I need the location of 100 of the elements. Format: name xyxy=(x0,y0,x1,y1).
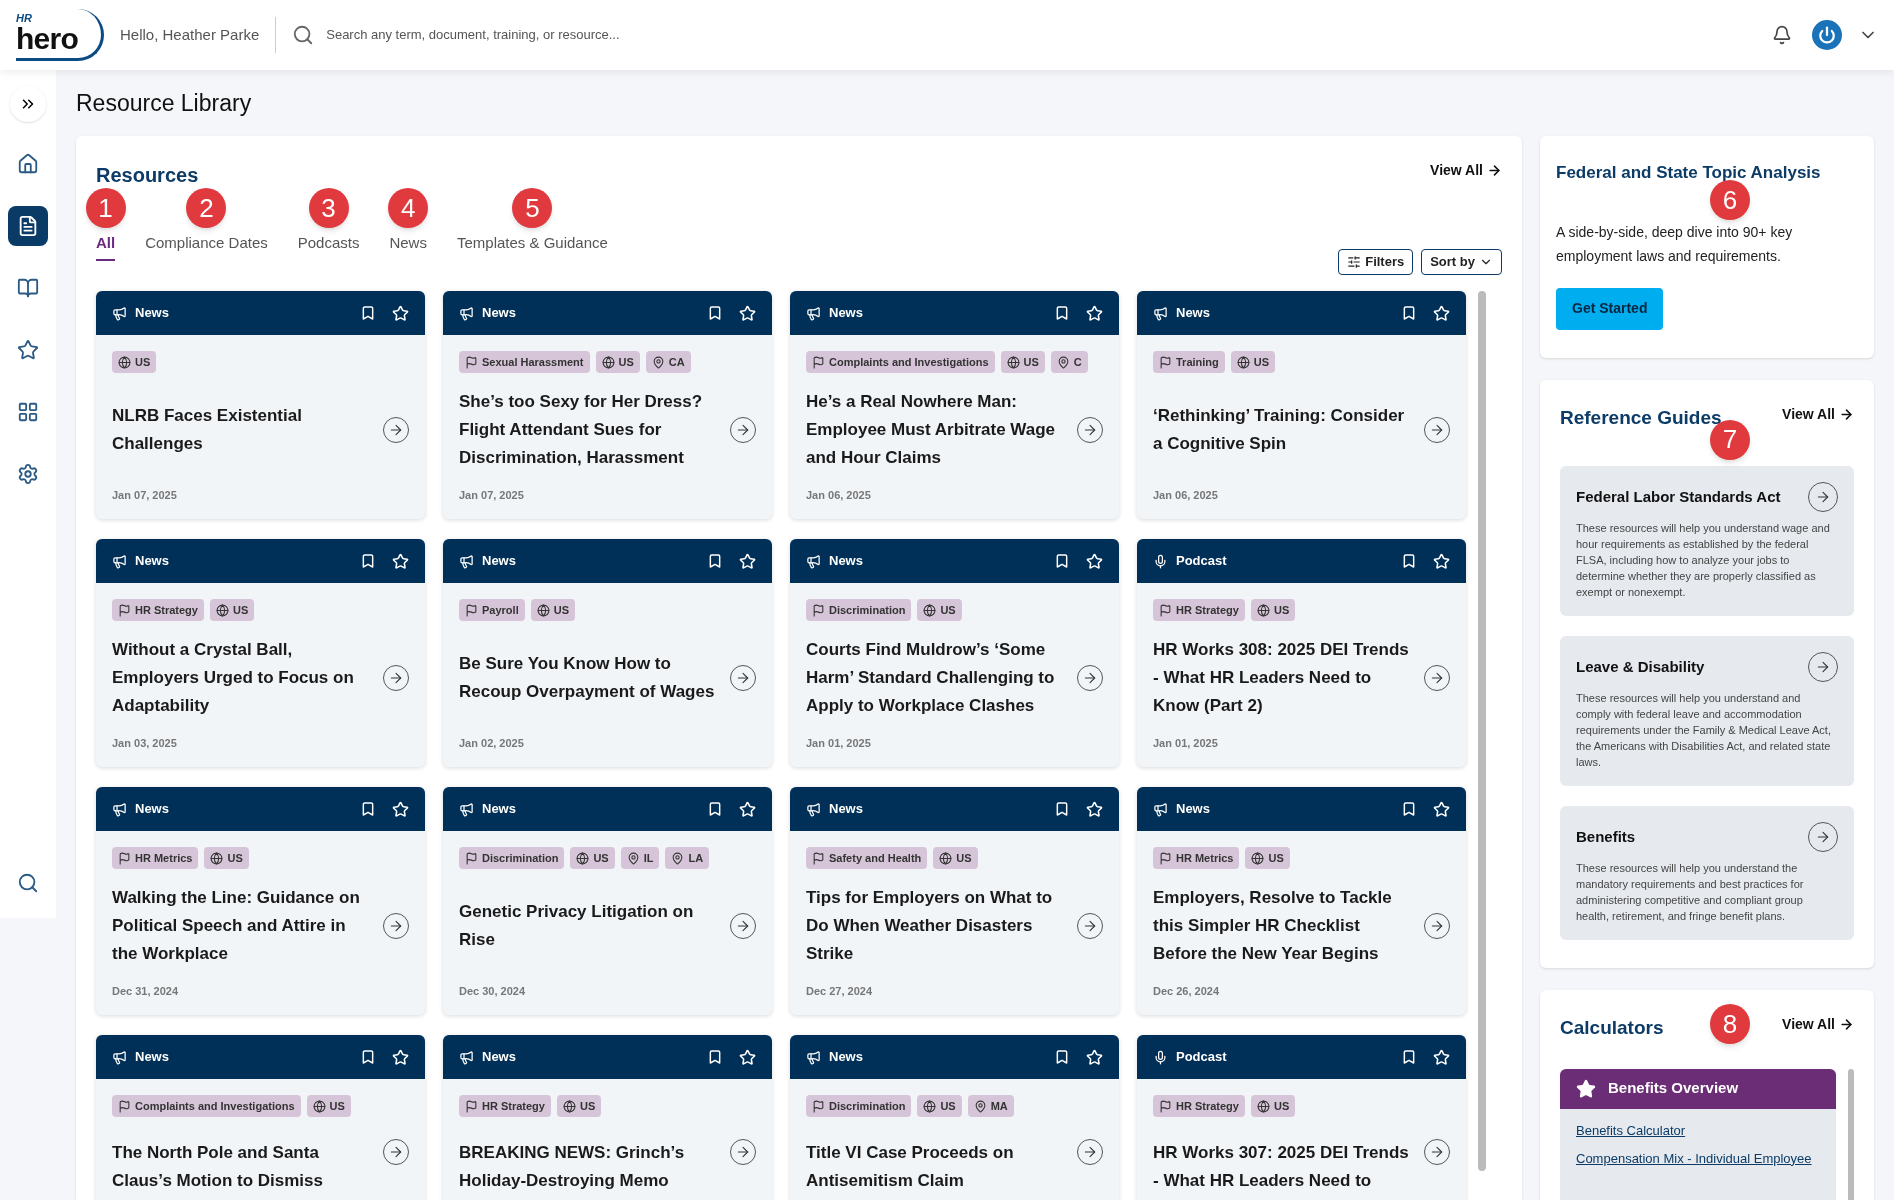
globe-icon xyxy=(1006,355,1020,369)
card-title: HR Works 307: 2025 DEI Trends - What HR Leaders Need to xyxy=(1153,1142,1410,1192)
resource-card[interactable]: News HR Strategy US BREAKING NEWS: Grinch’s Holiday-Destroying Memo xyxy=(443,1035,772,1200)
star-icon[interactable] xyxy=(739,552,756,570)
flag-icon xyxy=(465,851,478,865)
scrollbar[interactable] xyxy=(1848,1068,1854,1200)
resource-card[interactable]: News Discrimination US Courts Find Muldrow’s ‘Some Harm’ Standard Challenging to Apply to Workplace Clashes Jan 01, 2025 xyxy=(790,539,1119,767)
bookmark-icon[interactable] xyxy=(360,553,376,569)
view-all-link[interactable]: View All xyxy=(1430,160,1502,181)
flag-icon xyxy=(812,851,825,865)
star-icon[interactable] xyxy=(392,1048,409,1066)
get-started-button[interactable]: Get Started xyxy=(1556,287,1664,330)
logo[interactable]: HR hero xyxy=(16,9,104,61)
tab[interactable]: All xyxy=(96,232,116,261)
view-all-link[interactable]: View All xyxy=(1782,403,1854,425)
star-icon[interactable] xyxy=(1433,552,1450,570)
tag: US xyxy=(917,599,962,621)
resource-card[interactable]: News HR Metrics US Walking the Line: Guidance on Political Speech and Attire in the Workplace Dec 31, 2024 xyxy=(96,787,425,1015)
tag: Discrimination xyxy=(806,1095,912,1117)
sort-button[interactable]: Sort by xyxy=(1421,249,1502,275)
bookmark-icon[interactable] xyxy=(360,305,376,321)
bookmark-icon[interactable] xyxy=(707,553,723,569)
card-type: News xyxy=(829,552,863,571)
view-all-link[interactable]: View All xyxy=(1782,1014,1854,1035)
card-title: Title VI Case Proceeds on Antisemitism Claim xyxy=(806,1142,1015,1192)
bookmark-icon[interactable] xyxy=(1401,553,1417,569)
bookmark-icon[interactable] xyxy=(1401,305,1417,321)
star-icon[interactable] xyxy=(739,800,756,818)
scrollbar[interactable] xyxy=(1478,291,1486,1171)
bookmark-icon[interactable] xyxy=(1054,1049,1070,1065)
resource-card[interactable]: Podcast HR Strategy US HR Works 308: 2025 DEI Trends - What HR Leaders Need to Know (Part 2) Jan 01, 2025 xyxy=(1137,539,1466,767)
resource-card[interactable]: News Complaints and Investigations US C He’s a Real Nowhere Man: Employee Must Arbitrate Wage and Hour Claims Jan 06, 2025 xyxy=(790,291,1119,519)
sidebar-item[interactable] xyxy=(8,206,48,246)
calculator-link[interactable]: Compensation Mix - Individual Employee xyxy=(1576,1148,1820,1169)
resource-card[interactable]: Podcast HR Strategy US HR Works 307: 2025 DEI Trends - What HR Leaders Need to xyxy=(1137,1035,1466,1200)
calculator-link[interactable]: Benefits Calculator xyxy=(1576,1120,1820,1141)
resource-card[interactable]: News Training US ‘Rethinking’ Training: Consider a Cognitive Spin Jan 06, 2025 xyxy=(1137,291,1466,519)
bookmark-icon[interactable] xyxy=(360,801,376,817)
star-icon[interactable] xyxy=(1433,304,1450,322)
bookmark-icon[interactable] xyxy=(1401,1049,1417,1065)
pin-icon xyxy=(651,355,665,369)
bookmark-icon[interactable] xyxy=(1401,801,1417,817)
guide-card[interactable] xyxy=(1560,636,1854,786)
greeting: Hello, Heather Parke xyxy=(120,24,260,45)
star-icon[interactable] xyxy=(1433,800,1450,818)
search-field[interactable]: Search any term, document, training, or resource... xyxy=(326,25,993,45)
tab[interactable]: Podcasts xyxy=(297,232,360,261)
tag: US xyxy=(1245,847,1290,869)
search-icon[interactable] xyxy=(17,872,39,894)
resource-card[interactable]: News Discrimination US MA Title VI Case Proceeds on Antisemitism Claim xyxy=(790,1035,1119,1200)
step-marker: 5 xyxy=(512,188,553,228)
guide-card[interactable]: Benefits These resources will help you understand the mandatory requirements and best practices for administering competitive and compliant group health, retirement, and fringe benefit plans. xyxy=(1560,806,1854,940)
bookmark-icon[interactable] xyxy=(360,1049,376,1065)
resource-card[interactable]: News Payroll US Be Sure You Know How to Recoup Overpayment of Wages Jan 02, 2025 xyxy=(443,539,772,767)
card-type: Podcast xyxy=(1176,1048,1227,1067)
avatar[interactable] xyxy=(1812,20,1842,50)
star-icon[interactable] xyxy=(1086,800,1103,818)
filters-button[interactable]: Filters xyxy=(1338,249,1414,275)
bookmark-icon[interactable] xyxy=(707,305,723,321)
star-icon[interactable] xyxy=(392,800,409,818)
step-marker: 3 xyxy=(308,188,349,228)
guide-description: These resources will help you understand wage and hour requirements as established by the federal FLSA, including how to analyze your jobs to determine whether they are properly classified as exempt or nonexempt. xyxy=(1576,521,1831,600)
resource-card[interactable]: News HR Metrics US Employers, Resolve to Tackle this Simpler HR Checklist Before the New Year Begins Dec 26, 2024 xyxy=(1137,787,1466,1015)
star-icon[interactable] xyxy=(739,1048,756,1066)
resource-card[interactable]: News HR Strategy US Without a Crystal Ball, Employers Urged to Focus on Adaptability Jan 03, 2025 xyxy=(96,539,425,767)
resource-card[interactable]: News Sexual Harassment US CA She’s too Sexy for Her Dress? Flight Attendant Sues for Discrimination, Harassment Jan 07, 2025 xyxy=(443,291,772,519)
tag: Training xyxy=(1153,351,1225,373)
resource-card[interactable]: News Discrimination US IL LA Genetic Privacy Litigation on Rise Dec 30, 2024 xyxy=(443,787,772,1015)
tab[interactable]: Compliance Dates xyxy=(145,232,268,261)
bookmark-icon[interactable] xyxy=(1054,305,1070,321)
guide-card[interactable] xyxy=(1560,466,1854,616)
resource-card[interactable]: News Complaints and Investigations US The North Pole and Santa Claus’s Motion to Dismiss xyxy=(96,1035,425,1200)
tab[interactable]: News xyxy=(389,232,427,261)
card-type: News xyxy=(482,800,516,819)
tab[interactable]: Templates & Guidance xyxy=(456,232,608,261)
card-date: Dec 30, 2024 xyxy=(458,983,527,999)
bookmark-icon[interactable] xyxy=(707,801,723,817)
power-icon xyxy=(1818,26,1836,44)
globe-icon xyxy=(312,1099,326,1113)
star-icon[interactable] xyxy=(392,304,409,322)
step-marker: 8 xyxy=(1710,1004,1750,1044)
resource-card[interactable]: News Safety and Health US Tips for Employers on What to Do When Weather Disasters Strike Dec 27, 2024 xyxy=(790,787,1119,1015)
star-icon[interactable] xyxy=(739,304,756,322)
bell-icon[interactable] xyxy=(1772,25,1792,45)
card-type: News xyxy=(1176,800,1210,819)
star-icon[interactable] xyxy=(1086,1048,1103,1066)
megaphone-icon xyxy=(1153,305,1168,321)
star-icon[interactable] xyxy=(1086,304,1103,322)
bookmark-icon[interactable] xyxy=(1054,553,1070,569)
bookmark-icon[interactable] xyxy=(1054,801,1070,817)
star-icon[interactable] xyxy=(1433,1048,1450,1066)
microphone-icon xyxy=(1153,1049,1168,1065)
resource-card[interactable]: News US NLRB Faces Existential Challenges Jan 07, 2025 xyxy=(96,291,425,519)
star-icon[interactable] xyxy=(1086,552,1103,570)
bookmark-icon[interactable] xyxy=(707,1049,723,1065)
expand-button[interactable] xyxy=(10,86,46,122)
star-icon[interactable] xyxy=(392,552,409,570)
microphone-icon xyxy=(1153,553,1168,569)
guide-title: Leave & Disability xyxy=(1576,656,1706,677)
tag: US xyxy=(209,599,255,621)
